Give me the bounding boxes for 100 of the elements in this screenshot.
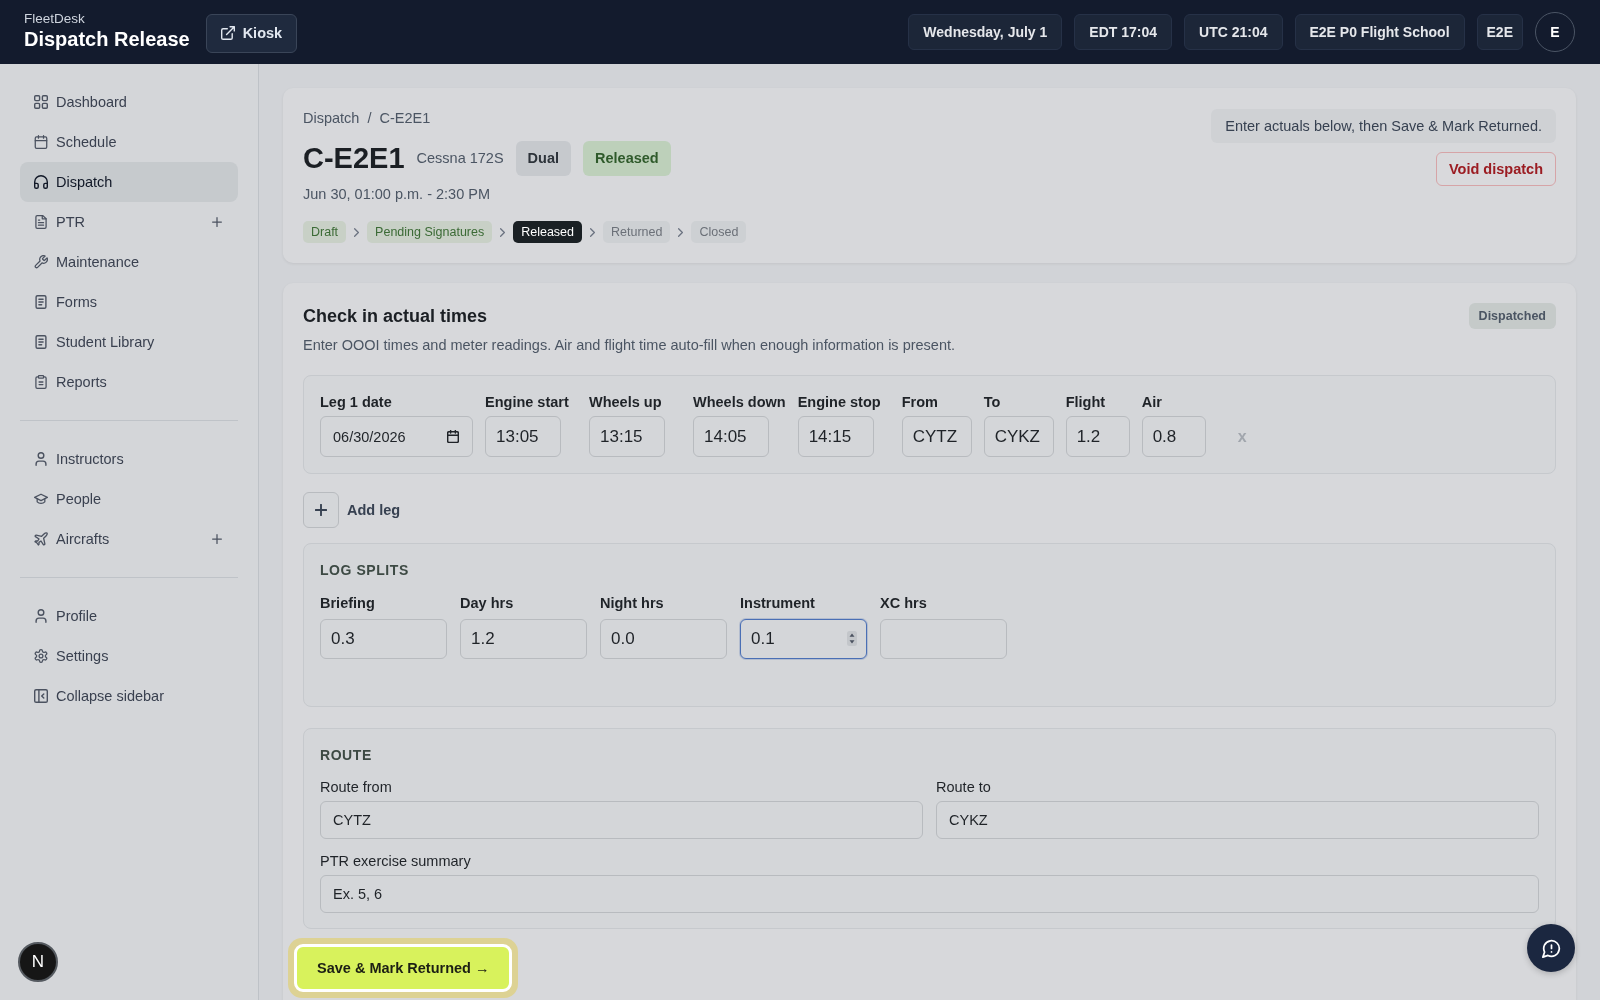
tail-number: C-E2E1 [303,141,405,176]
hours-input[interactable]: 0.3 [320,619,447,659]
field-label: Day hrs [460,594,515,613]
field-label: Route from [320,778,393,797]
nav-item[interactable]: Aircrafts [20,519,238,559]
nav-item[interactable]: Reports [20,362,238,402]
breadcrumb-current: C-E2E1 [379,109,431,128]
notepad-icon [34,295,48,309]
chevron-icon [590,227,596,237]
field-label: Engine start [485,393,570,412]
field-label: XC hrs [880,594,928,613]
field-label: Route to [936,778,992,797]
text-input[interactable]: CYTZ [320,801,923,839]
chevron-icon [678,227,684,237]
kiosk-button[interactable]: Kiosk [205,13,298,53]
void-dispatch-button[interactable]: Void dispatch [1436,152,1556,186]
field-label: From [901,393,939,412]
grid-icon [34,95,48,109]
hours-input[interactable]: 0.0 [600,619,727,659]
plus-icon[interactable] [212,534,222,544]
text-input[interactable]: CYKZ [936,801,1539,839]
type-badge: Dual [515,140,572,176]
user-icon [34,609,48,623]
field-label: PTR exercise summary [320,852,472,871]
plus-icon[interactable] [212,217,222,227]
aircraft-type: Cessna 172S [416,150,504,166]
info-chip: E2E P0 Flight School [1294,14,1465,50]
nav-item[interactable]: Settings [20,636,238,676]
status-badge: Dispatched [1468,303,1556,329]
nav-item[interactable]: Maintenance [20,242,238,282]
step-pill: Closed [691,221,747,243]
field-label: To [983,393,1002,412]
info-chip: EDT 17:04 [1074,14,1173,50]
info-chip: Wednesday, July 1 [908,14,1063,50]
notice-banner: Enter actuals below, then Save & Mark Returned. [1211,109,1556,143]
info-chip: UTC 21:04 [1184,14,1283,50]
nav-item[interactable]: Dispatch [20,162,238,202]
panel-title: LOG SPLITS [320,561,410,580]
user-icon [34,452,48,466]
nav-item[interactable]: Collapse sidebar [20,676,238,716]
external-link-icon [220,26,235,40]
hours-input[interactable]: 0.8 [1141,416,1206,457]
sidebar-panel-icon [34,689,48,703]
wrench-icon [34,255,48,269]
plus-icon [303,492,339,528]
text-input[interactable]: Ex. 5, 6 [320,875,1539,913]
field-label: Flight [1065,393,1107,412]
app-title: Dispatch Release [24,27,190,52]
time-input[interactable]: 14:15 [797,416,874,457]
nav-item[interactable]: Student Library [20,322,238,362]
field-label: Briefing [320,594,376,613]
save-button[interactable]: Save & Mark Returned → [294,944,513,992]
add-leg-button[interactable]: Add leg [303,492,401,528]
breadcrumb-link[interactable]: Dispatch [303,108,360,128]
chevron-icon [500,227,506,237]
breadcrumb-separator: / [367,109,372,128]
headphones-icon [34,175,48,189]
calendar-icon[interactable] [447,430,459,443]
nav-item[interactable]: Dashboard [20,82,238,122]
spinner-icon[interactable] [847,631,857,646]
clipboard-icon [34,375,48,389]
section-description: Enter OOOI times and meter readings. Air and flight time auto-fill when enough information is present. [303,336,957,355]
notepad-icon [34,335,48,349]
hours-input[interactable] [880,619,1007,659]
section-title: Check in actual times [303,305,488,328]
document-icon [34,215,48,229]
field-label: Wheels up [589,393,663,412]
field-label: Engine stop [797,393,882,412]
airport-input[interactable]: CYTZ [901,416,972,457]
graduation-cap-icon [34,492,48,506]
plane-icon [34,532,48,546]
hours-input[interactable]: 1.2 [1065,416,1130,457]
hours-input[interactable]: 0.1 [740,619,867,659]
field-label: Air [1141,393,1163,412]
field-label: Wheels down [693,393,786,412]
nav-item[interactable]: PTR [20,202,238,242]
field-label: Instrument [740,594,816,613]
step-pill: Draft [303,221,347,243]
step-pill: Pending Signatures [367,221,493,243]
time-input[interactable]: 13:05 [485,416,561,457]
step-pill: Returned [603,221,671,243]
nav-item[interactable]: Instructors [20,439,238,479]
nav-item[interactable]: Profile [20,596,238,636]
status-badge: Released [583,140,671,176]
settings-icon [34,649,48,663]
time-input[interactable]: 13:15 [589,416,665,457]
nav-item[interactable]: Forms [20,282,238,322]
step-pill: Released [513,221,583,243]
info-chip: E2E [1476,14,1523,50]
hours-input[interactable]: 1.2 [460,619,587,659]
message-alert-icon [1541,938,1561,958]
time-input[interactable]: 14:05 [693,416,769,457]
date-input[interactable]: 06/30/2026 [320,416,473,457]
airport-input[interactable]: CYKZ [983,416,1054,457]
field-label: Night hrs [600,594,665,613]
panel-title: ROUTE [320,746,373,765]
brand-name: FleetDesk [24,10,86,27]
field-label: Leg 1 date [320,393,393,412]
nav-item[interactable]: Schedule [20,122,238,162]
nav-item[interactable]: People [20,479,238,519]
